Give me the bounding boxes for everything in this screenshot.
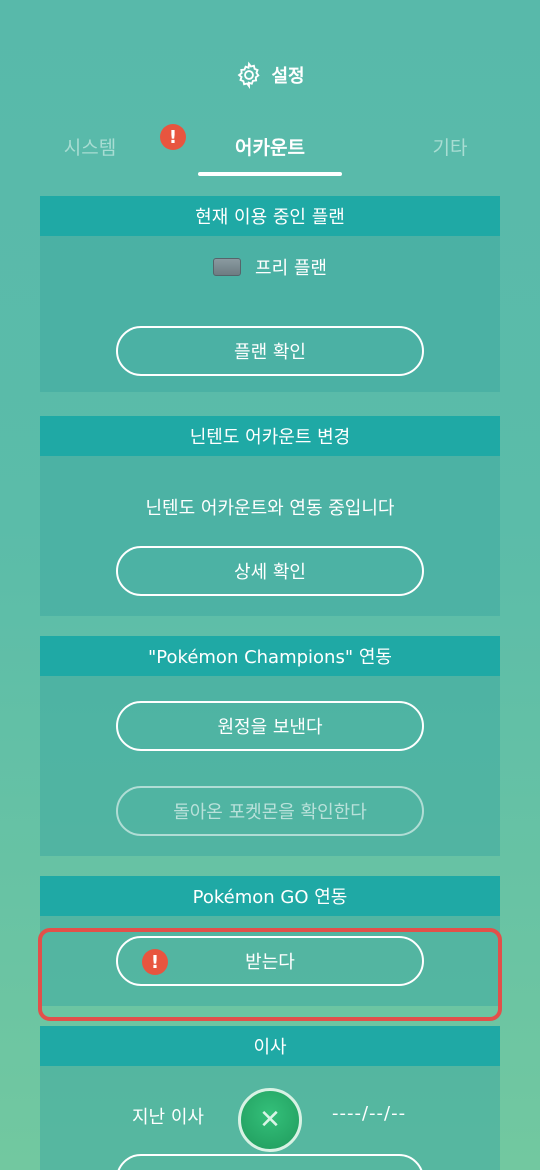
tab-bar: 시스템 어카운트 기타: [0, 118, 540, 178]
last-move-label: 지난 이사: [132, 1107, 204, 1128]
settings-header: 설정: [0, 58, 540, 92]
page-title: 설정: [271, 66, 305, 87]
plan-name: 프리 플랜: [255, 258, 327, 279]
section-title: 현재 이용 중인 플랜: [40, 196, 500, 236]
section-current-plan: 현재 이용 중인 플랜 프리 플랜 플랜 확인: [40, 196, 500, 392]
section-title: 이사: [40, 1026, 500, 1066]
plan-info: 프리 플랜: [40, 254, 500, 280]
check-returned-pokemon-button[interactable]: 돌아온 포켓몬을 확인한다: [116, 786, 424, 836]
link-status-text: 닌텐도 어카운트와 연동 중입니다: [145, 498, 395, 519]
section-title: 닌텐도 어카운트 변경: [40, 416, 500, 456]
active-tab-indicator: [198, 172, 342, 176]
highlight-frame: [38, 928, 502, 1021]
send-expedition-button[interactable]: 원정을 보낸다: [116, 701, 424, 751]
membership-card-icon: [213, 258, 242, 276]
section-title: "Pokémon Champions" 연동: [40, 636, 500, 676]
gear-icon: [238, 61, 261, 89]
last-move-row: 지난 이사 ✕ ----/--/--: [40, 1088, 500, 1152]
move-action-button[interactable]: [116, 1154, 424, 1170]
alert-icon: !: [160, 124, 186, 150]
section-champions-link: "Pokémon Champions" 연동 원정을 보낸다 돌아온 포켓몬을 …: [40, 636, 500, 856]
last-move-date: ----/--/--: [332, 1103, 407, 1124]
section-title: Pokémon GO 연동: [40, 876, 500, 916]
tab-other[interactable]: 기타: [400, 126, 500, 166]
section-move: 이사 지난 이사 ✕ ----/--/--: [40, 1026, 500, 1170]
check-plan-button[interactable]: 플랜 확인: [116, 326, 424, 376]
close-icon: ✕: [259, 1105, 281, 1135]
tab-account[interactable]: 어카운트: [198, 126, 342, 166]
tab-system[interactable]: 시스템: [40, 126, 140, 166]
move-button[interactable]: ✕: [238, 1088, 302, 1152]
section-nintendo-account: 닌텐도 어카운트 변경 닌텐도 어카운트와 연동 중입니다 상세 확인: [40, 416, 500, 616]
details-button[interactable]: 상세 확인: [116, 546, 424, 596]
